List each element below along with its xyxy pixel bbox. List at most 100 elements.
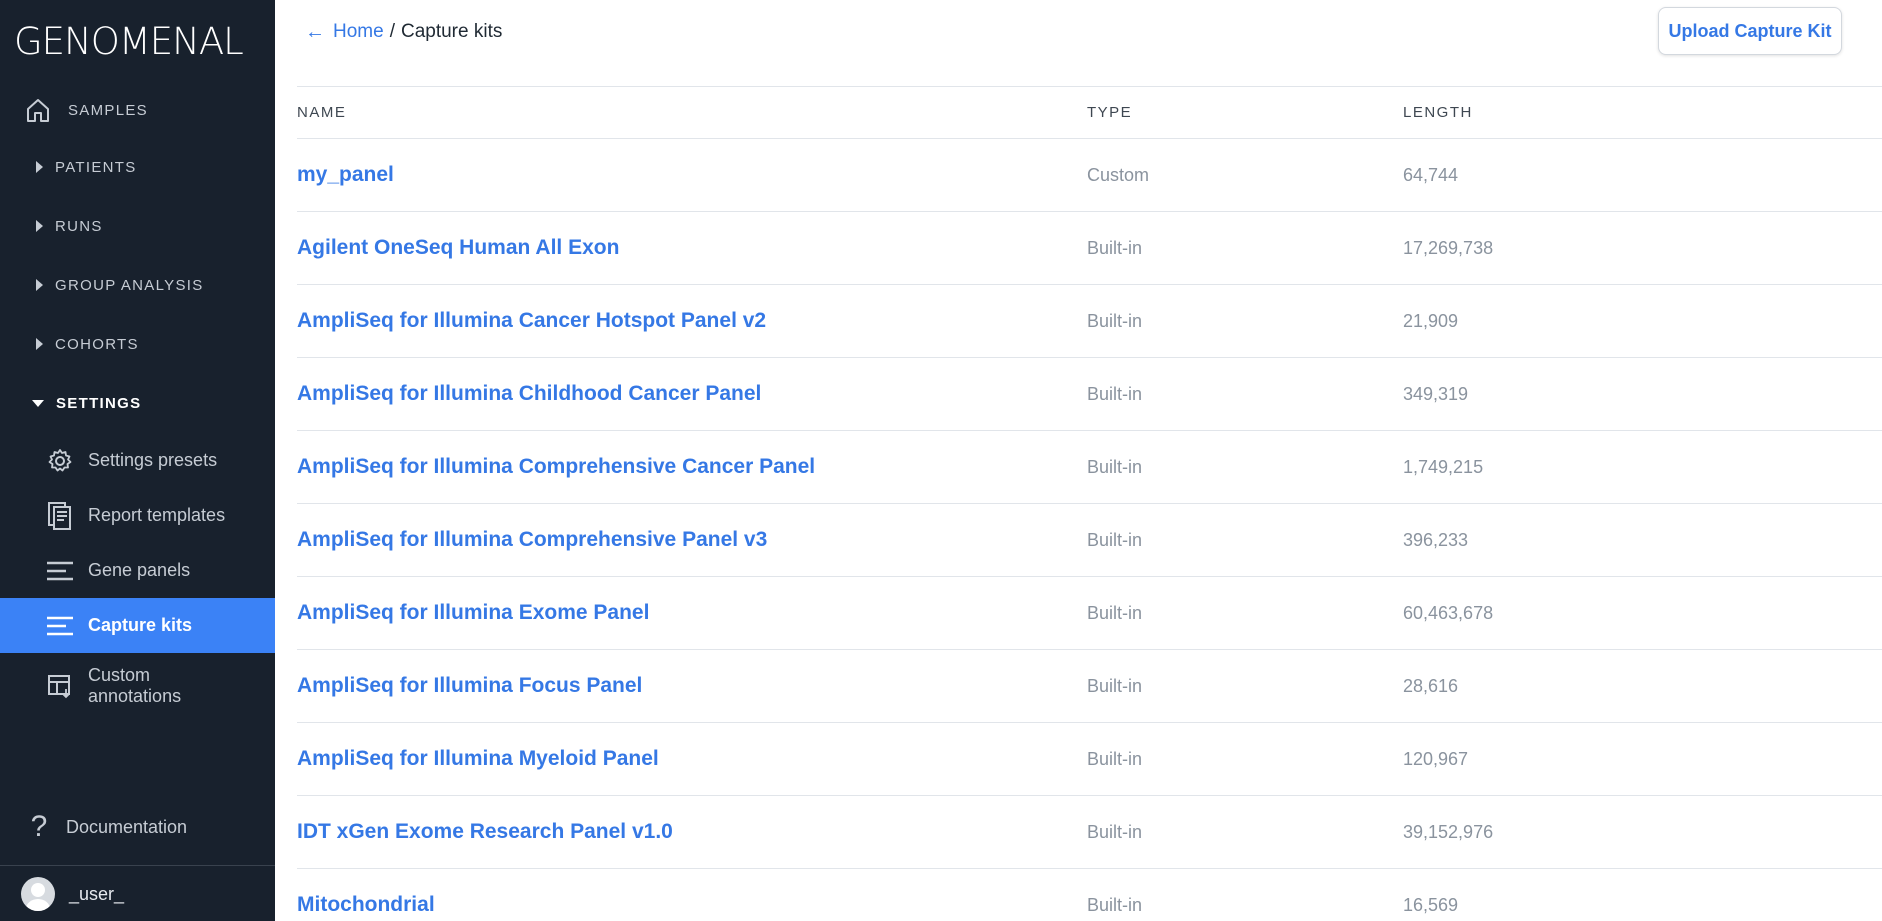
cell-type: Built-in bbox=[1087, 237, 1143, 258]
sidebar-item-gene-panels[interactable]: Gene panels bbox=[0, 543, 275, 598]
cell-type: Built-in bbox=[1087, 310, 1143, 331]
avatar bbox=[21, 877, 55, 911]
user-name: _user_ bbox=[69, 883, 125, 904]
sidebar-item-label: RUNS bbox=[55, 217, 103, 235]
capture-kit-link[interactable]: AmpliSeq for Illumina Myeloid Panel bbox=[297, 747, 659, 770]
sidebar-item-custom-annotations[interactable]: Custom annotations bbox=[0, 658, 275, 713]
sidebar-item-report-templates[interactable]: Report templates bbox=[0, 488, 275, 543]
table-row[interactable]: AmpliSeq for Illumina Cancer Hotspot Pan… bbox=[297, 284, 1882, 358]
sidebar-item-label: Report templates bbox=[88, 505, 226, 525]
sidebar-item-settings[interactable]: SETTINGS bbox=[0, 383, 275, 423]
breadcrumb-home-link[interactable]: Home bbox=[333, 21, 384, 43]
cell-length: 349,319 bbox=[1403, 383, 1469, 404]
table-row[interactable]: AmpliSeq for Illumina Focus Panel Built-i… bbox=[297, 649, 1882, 723]
capture-kits-table: NAME TYPE LENGTH my_panel Custom 64,744 Agi… bbox=[297, 86, 1882, 921]
capture-kit-link[interactable]: AmpliSeq for Illumina Comprehensive Pane… bbox=[297, 528, 767, 551]
column-header-type[interactable]: TYPE bbox=[1087, 87, 1403, 139]
capture-kit-link[interactable]: AmpliSeq for Illumina Childhood Cancer P… bbox=[297, 382, 761, 405]
list-icon bbox=[46, 557, 74, 585]
table-row[interactable]: Agilent OneSeq Human All Exon Built-in 17,… bbox=[297, 211, 1882, 285]
capture-kit-link[interactable]: Mitochondrial bbox=[297, 893, 435, 916]
column-header-length[interactable]: LENGTH bbox=[1403, 87, 1882, 139]
table-header-row: NAME TYPE LENGTH bbox=[297, 86, 1882, 139]
capture-kit-link[interactable]: AmpliSeq for Illumina Comprehensive Canc… bbox=[297, 455, 815, 478]
main-content: ← Home / Capture kits Upload Capture Kit… bbox=[275, 0, 1882, 921]
cell-type: Built-in bbox=[1087, 383, 1143, 404]
table-icon bbox=[46, 672, 74, 700]
sidebar: GENOMENAL SAMPLES PATIENTS RUNS GROUP AN… bbox=[0, 0, 275, 921]
sidebar-item-documentation[interactable]: ? Documentation bbox=[0, 807, 275, 847]
sidebar-item-label: COHORTS bbox=[55, 335, 139, 353]
capture-kit-link[interactable]: AmpliSeq for Illumina Cancer Hotspot Pan… bbox=[297, 309, 766, 332]
table-row[interactable]: AmpliSeq for Illumina Childhood Cancer P… bbox=[297, 357, 1882, 431]
list-icon bbox=[46, 612, 74, 640]
sidebar-item-label: Settings presets bbox=[88, 450, 218, 470]
chevron-down-icon bbox=[32, 399, 44, 407]
cell-type: Built-in bbox=[1087, 675, 1143, 696]
capture-kit-link[interactable]: AmpliSeq for Illumina Exome Panel bbox=[297, 601, 649, 624]
cell-name: Mitochondrial bbox=[297, 869, 1087, 921]
sidebar-divider bbox=[0, 865, 275, 866]
table-row[interactable]: IDT xGen Exome Research Panel v1.0 Built-… bbox=[297, 795, 1882, 869]
upload-capture-kit-button[interactable]: Upload Capture Kit bbox=[1658, 7, 1842, 55]
table-row[interactable]: AmpliSeq for Illumina Comprehensive Canc… bbox=[297, 430, 1882, 504]
sidebar-item-settings-presets[interactable]: Settings presets bbox=[0, 433, 275, 488]
sidebar-item-label: Documentation bbox=[66, 816, 188, 837]
chevron-right-icon bbox=[36, 220, 43, 232]
sidebar-item-samples[interactable]: SAMPLES bbox=[0, 90, 275, 130]
sidebar-item-runs[interactable]: RUNS bbox=[0, 206, 275, 246]
sidebar-item-capture-kits[interactable]: Capture kits bbox=[0, 598, 275, 653]
cell-name: AmpliSeq for Illumina Comprehensive Canc… bbox=[297, 431, 1087, 504]
breadcrumb: ← Home / Capture kits bbox=[305, 20, 502, 44]
sidebar-item-label: SAMPLES bbox=[68, 101, 148, 119]
cell-type: Built-in bbox=[1087, 894, 1143, 915]
capture-kit-link[interactable]: my_panel bbox=[297, 163, 394, 186]
cell-length: 1,749,215 bbox=[1403, 456, 1484, 477]
cell-length: 16,569 bbox=[1403, 894, 1459, 915]
gear-icon bbox=[46, 447, 74, 475]
cell-length: 120,967 bbox=[1403, 748, 1469, 769]
sidebar-item-group-analysis[interactable]: GROUP ANALYSIS bbox=[0, 265, 275, 305]
cell-name: AmpliSeq for Illumina Cancer Hotspot Pan… bbox=[297, 285, 1087, 358]
cell-name: AmpliSeq for Illumina Childhood Cancer P… bbox=[297, 358, 1087, 431]
app-logo[interactable]: GENOMENAL bbox=[14, 20, 244, 63]
sidebar-item-label: PATIENTS bbox=[55, 158, 137, 176]
cell-type: Built-in bbox=[1087, 456, 1143, 477]
capture-kit-link[interactable]: IDT xGen Exome Research Panel v1.0 bbox=[297, 820, 673, 843]
cell-length: 396,233 bbox=[1403, 529, 1469, 550]
sidebar-item-label: Capture kits bbox=[88, 615, 193, 635]
cell-length: 60,463,678 bbox=[1403, 602, 1494, 623]
user-menu[interactable]: _user_ bbox=[0, 874, 275, 914]
report-icon bbox=[46, 501, 74, 530]
chevron-right-icon bbox=[36, 279, 43, 291]
cell-name: IDT xGen Exome Research Panel v1.0 bbox=[297, 796, 1087, 869]
cell-type: Built-in bbox=[1087, 529, 1143, 550]
cell-type: Built-in bbox=[1087, 748, 1143, 769]
sidebar-item-patients[interactable]: PATIENTS bbox=[0, 147, 275, 187]
question-icon: ? bbox=[30, 810, 48, 843]
sidebar-item-label: GROUP ANALYSIS bbox=[55, 276, 204, 294]
home-icon bbox=[27, 99, 49, 122]
cell-name: AmpliSeq for Illumina Exome Panel bbox=[297, 577, 1087, 650]
table-body: my_panel Custom 64,744 Agilent OneSeq Human… bbox=[297, 138, 1882, 921]
arrow-left-icon[interactable]: ← bbox=[305, 21, 325, 44]
table-row[interactable]: my_panel Custom 64,744 bbox=[297, 138, 1882, 212]
cell-length: 21,909 bbox=[1403, 310, 1459, 331]
cell-name: AmpliSeq for Illumina Focus Panel bbox=[297, 650, 1087, 723]
table-row[interactable]: AmpliSeq for Illumina Myeloid Panel Built… bbox=[297, 722, 1882, 796]
sidebar-item-label: Custom annotations bbox=[88, 664, 182, 706]
cell-length: 39,152,976 bbox=[1403, 821, 1494, 842]
table-row[interactable]: AmpliSeq for Illumina Comprehensive Pane… bbox=[297, 503, 1882, 577]
table-row[interactable]: AmpliSeq for Illumina Exome Panel Built-i… bbox=[297, 576, 1882, 650]
capture-kit-link[interactable]: Agilent OneSeq Human All Exon bbox=[297, 236, 619, 259]
column-header-name[interactable]: NAME bbox=[297, 87, 1087, 139]
cell-name: AmpliSeq for Illumina Myeloid Panel bbox=[297, 723, 1087, 796]
table-row[interactable]: Mitochondrial Built-in 16,569 bbox=[297, 868, 1882, 921]
cell-length: 64,744 bbox=[1403, 164, 1459, 185]
sidebar-item-cohorts[interactable]: COHORTS bbox=[0, 324, 275, 364]
cell-name: my_panel bbox=[297, 139, 1087, 212]
capture-kit-link[interactable]: AmpliSeq for Illumina Focus Panel bbox=[297, 674, 642, 697]
cell-type: Built-in bbox=[1087, 602, 1143, 623]
cell-type: Built-in bbox=[1087, 821, 1143, 842]
sidebar-item-label: SETTINGS bbox=[56, 394, 142, 412]
